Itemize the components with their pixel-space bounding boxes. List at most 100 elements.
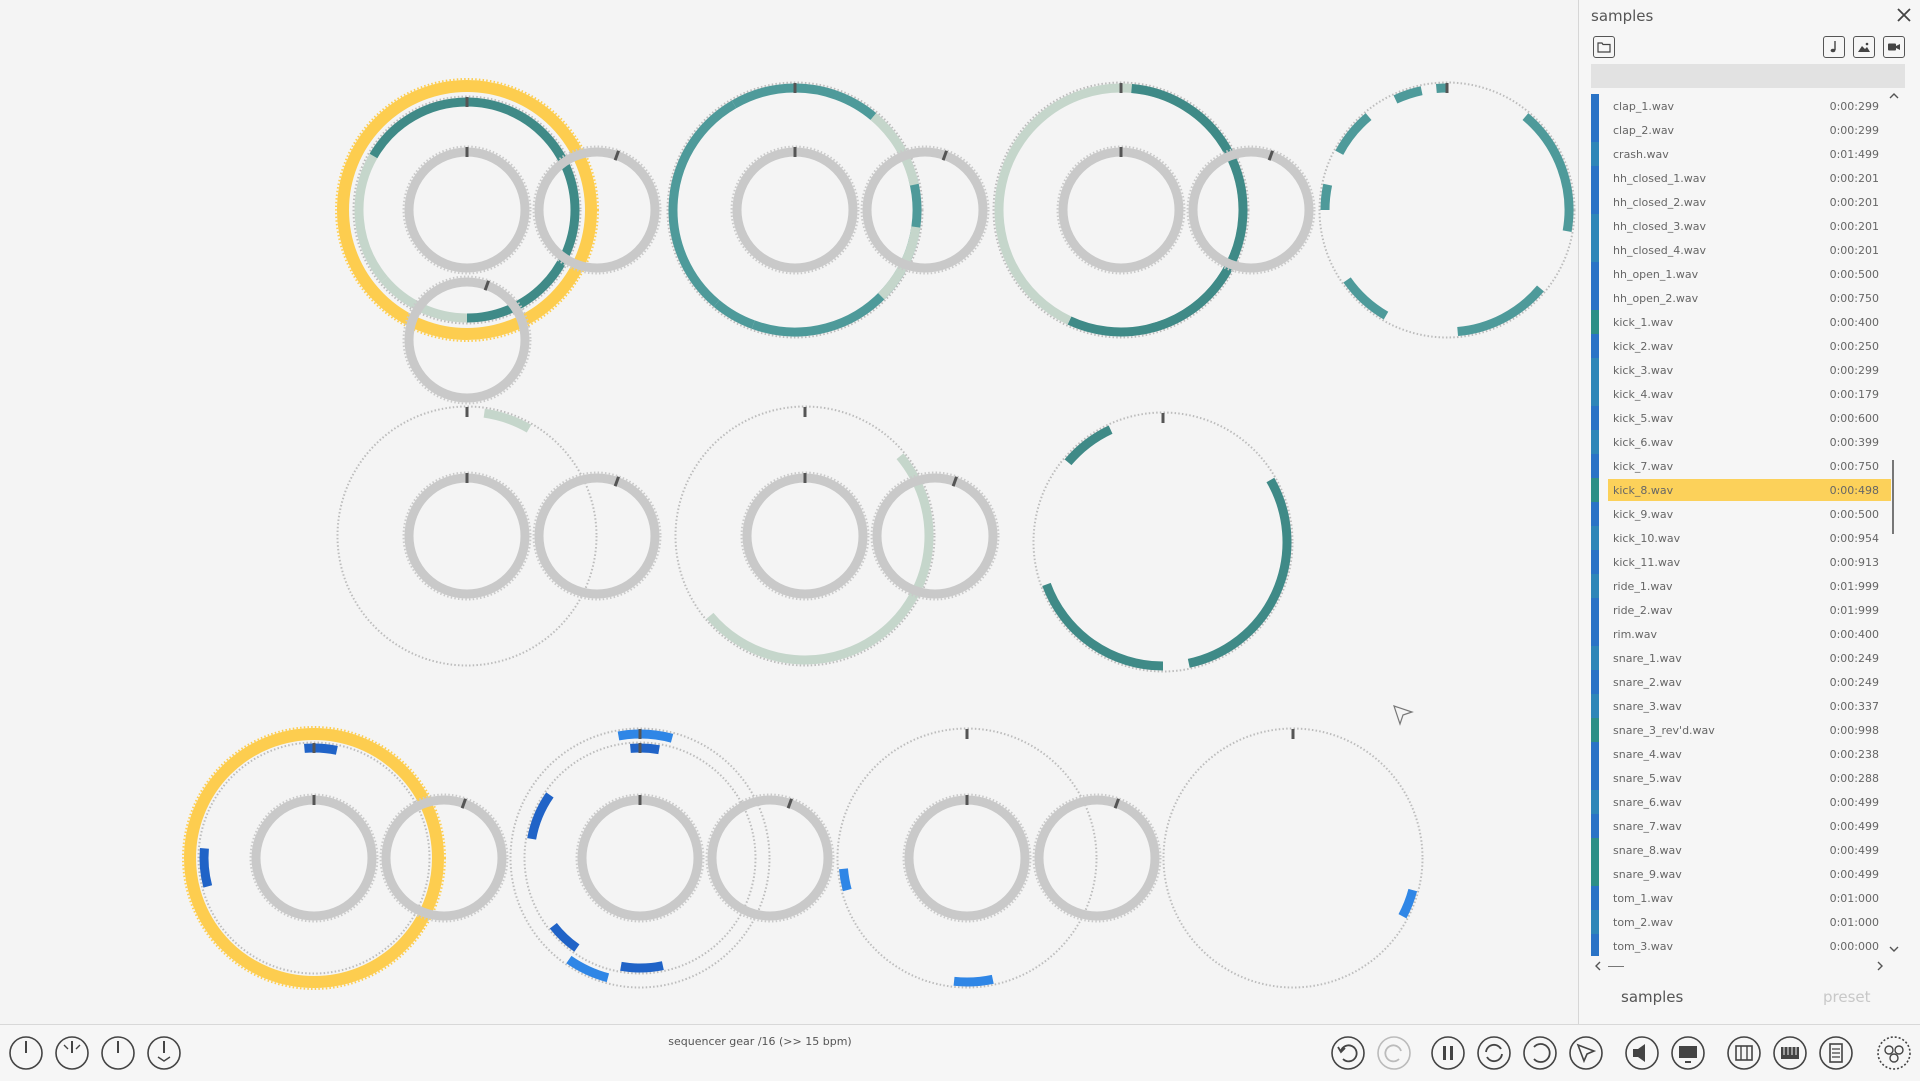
sample-row[interactable]: kick_8.wav0:00:498 — [1591, 478, 1891, 502]
chevron-up-icon[interactable] — [1888, 90, 1900, 102]
power-gear-icon-1[interactable] — [8, 1035, 44, 1071]
sample-row[interactable]: hh_closed_3.wav0:00:201 — [1591, 214, 1891, 238]
sample-search-input[interactable] — [1591, 64, 1905, 88]
rotate-icon[interactable] — [1522, 1035, 1558, 1071]
tab-samples[interactable]: samples — [1621, 988, 1683, 1006]
gear-segment — [1525, 117, 1569, 232]
sample-row[interactable]: hh_open_2.wav0:00:750 — [1591, 286, 1891, 310]
gear-teeth — [404, 147, 531, 274]
sample-name: hh_open_2.wav — [1613, 292, 1698, 305]
sample-row[interactable]: hh_closed_4.wav0:00:201 — [1591, 238, 1891, 262]
tab-preset[interactable]: preset — [1823, 988, 1871, 1006]
sample-row[interactable]: kick_5.wav0:00:600 — [1591, 406, 1891, 430]
sample-row[interactable]: snare_2.wav0:00:249 — [1591, 670, 1891, 694]
sample-duration: 0:00:499 — [1830, 796, 1879, 809]
small-gear — [1193, 152, 1309, 268]
video-filter-button[interactable] — [1883, 36, 1905, 58]
keyboard-icon[interactable] — [1772, 1035, 1808, 1071]
columns-icon[interactable] — [1726, 1035, 1762, 1071]
sample-row[interactable]: kick_4.wav0:00:179 — [1591, 382, 1891, 406]
sample-color-strip — [1591, 238, 1599, 262]
sample-color-strip — [1591, 358, 1599, 382]
sample-name: kick_11.wav — [1613, 556, 1680, 569]
power-gear-icon-4[interactable] — [146, 1035, 182, 1071]
sample-row[interactable]: snare_3.wav0:00:337 — [1591, 694, 1891, 718]
sample-row[interactable]: snare_9.wav0:00:499 — [1591, 862, 1891, 886]
sample-color-strip — [1591, 430, 1599, 454]
sample-row[interactable]: hh_closed_2.wav0:00:201 — [1591, 190, 1891, 214]
sample-row[interactable]: hh_open_1.wav0:00:500 — [1591, 262, 1891, 286]
pause-icon[interactable] — [1430, 1035, 1466, 1071]
pointer-icon[interactable] — [1568, 1035, 1604, 1071]
sample-row[interactable]: snare_1.wav0:00:249 — [1591, 646, 1891, 670]
sample-duration: 0:01:499 — [1830, 148, 1879, 161]
sample-row[interactable]: kick_1.wav0:00:400 — [1591, 310, 1891, 334]
sample-row[interactable]: kick_9.wav0:00:500 — [1591, 502, 1891, 526]
monitor-icon[interactable] — [1670, 1035, 1706, 1071]
sample-color-strip — [1591, 670, 1599, 694]
music-filter-button[interactable] — [1823, 36, 1845, 58]
power-gear-icon-2[interactable] — [54, 1035, 90, 1071]
vertical-scrollbar-thumb[interactable] — [1892, 460, 1894, 534]
sample-duration: 0:01:999 — [1830, 604, 1879, 617]
image-filter-button[interactable] — [1853, 36, 1875, 58]
chevron-down-icon[interactable] — [1888, 943, 1900, 955]
gear-segment — [1189, 480, 1287, 663]
sample-row[interactable]: kick_11.wav0:00:913 — [1591, 550, 1891, 574]
gear-teeth — [199, 743, 430, 974]
sample-duration: 0:00:400 — [1830, 316, 1879, 329]
small-gear — [256, 800, 372, 916]
close-icon[interactable] — [1895, 6, 1913, 24]
sample-duration: 0:00:500 — [1830, 268, 1879, 281]
more-gears-icon[interactable] — [1876, 1035, 1912, 1071]
sample-row[interactable]: hh_closed_1.wav0:00:201 — [1591, 166, 1891, 190]
notes-icon[interactable] — [1818, 1035, 1854, 1071]
sample-name: snare_9.wav — [1613, 868, 1682, 881]
sample-row[interactable]: clap_1.wav0:00:299 — [1591, 94, 1891, 118]
video-icon — [1887, 42, 1901, 52]
sample-color-strip — [1591, 142, 1599, 166]
horizontal-scrollbar-thumb[interactable] — [1608, 966, 1624, 967]
sample-row[interactable]: tom_3.wav0:00:000 — [1591, 934, 1891, 956]
sample-row[interactable]: ride_2.wav0:01:999 — [1591, 598, 1891, 622]
sample-row[interactable]: crash.wav0:01:499 — [1591, 142, 1891, 166]
folder-button[interactable] — [1593, 36, 1615, 58]
sample-row[interactable]: snare_6.wav0:00:499 — [1591, 790, 1891, 814]
sample-row[interactable]: clap_2.wav0:00:299 — [1591, 118, 1891, 142]
sample-row[interactable]: snare_5.wav0:00:288 — [1591, 766, 1891, 790]
gear-teeth — [707, 795, 834, 922]
chevron-right-icon[interactable] — [1874, 960, 1886, 972]
sample-row[interactable]: snare_3_rev'd.wav0:00:998 — [1591, 718, 1891, 742]
sample-row[interactable]: snare_4.wav0:00:238 — [1591, 742, 1891, 766]
speaker-icon[interactable] — [1624, 1035, 1660, 1071]
small-gear — [409, 152, 525, 268]
chevron-left-icon[interactable] — [1592, 960, 1604, 972]
power-gear-icon-3[interactable] — [100, 1035, 136, 1071]
sample-row[interactable]: tom_1.wav0:01:000 — [1591, 886, 1891, 910]
redo-icon[interactable] — [1376, 1035, 1412, 1071]
sample-row[interactable]: snare_7.wav0:00:499 — [1591, 814, 1891, 838]
undo-icon[interactable] — [1330, 1035, 1366, 1071]
sample-row[interactable]: kick_6.wav0:00:399 — [1591, 430, 1891, 454]
sample-row[interactable]: tom_2.wav0:01:000 — [1591, 910, 1891, 934]
sample-row[interactable]: kick_2.wav0:00:250 — [1591, 334, 1891, 358]
gear-segment — [621, 966, 663, 968]
sample-row[interactable]: ride_1.wav0:01:999 — [1591, 574, 1891, 598]
sample-row[interactable]: snare_8.wav0:00:499 — [1591, 838, 1891, 862]
gear-teeth — [838, 729, 1097, 988]
sample-name: kick_9.wav — [1613, 508, 1673, 521]
sample-row[interactable]: kick_7.wav0:00:750 — [1591, 454, 1891, 478]
sample-row[interactable]: kick_3.wav0:00:299 — [1591, 358, 1891, 382]
sample-name: tom_1.wav — [1613, 892, 1673, 905]
sample-row[interactable]: kick_10.wav0:00:954 — [1591, 526, 1891, 550]
sequencer-canvas[interactable] — [0, 0, 1578, 1024]
sample-row[interactable]: rim.wav0:00:400 — [1591, 622, 1891, 646]
gear-teeth — [577, 795, 704, 922]
sync-icon[interactable] — [1476, 1035, 1512, 1071]
sample-name: snare_8.wav — [1613, 844, 1682, 857]
sample-color-strip — [1591, 382, 1599, 406]
small-gear — [877, 478, 993, 594]
gear-segment — [1068, 430, 1111, 463]
sample-name: kick_3.wav — [1613, 364, 1673, 377]
small-gear — [867, 152, 983, 268]
